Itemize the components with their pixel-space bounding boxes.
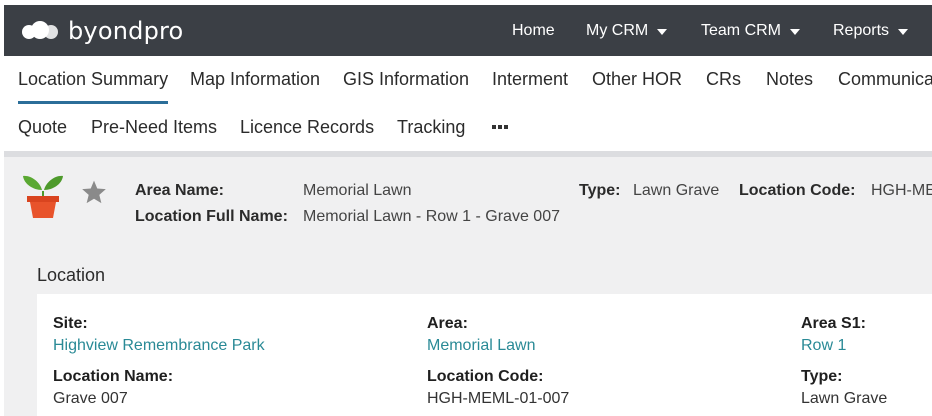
location-details-card: Site: Highview Remembrance Park Area: Me… [37, 294, 932, 416]
nav-team-crm[interactable]: Team CRM [701, 5, 801, 56]
card-type-label: Type: [801, 368, 843, 385]
location-full-name-value: Memorial Lawn - Row 1 - Grave 007 [303, 208, 560, 225]
nav-team-crm-label: Team CRM [701, 21, 782, 39]
tab-interment[interactable]: Interment [492, 56, 568, 104]
nav-home[interactable]: Home [512, 5, 555, 56]
area-s1-label: Area S1: [801, 315, 866, 332]
site-label: Site: [53, 315, 88, 332]
tab-location-summary[interactable]: Location Summary [18, 56, 169, 104]
location-name-value: Grave 007 [53, 390, 128, 407]
area-name-label: Area Name: [135, 182, 224, 199]
card-location-code-label: Location Code: [427, 368, 544, 385]
location-code-value: HGH-ME [871, 182, 932, 199]
logo-circles-icon [22, 20, 60, 42]
main-content: Area Name: Memorial Lawn Type: Lawn Grav… [4, 157, 932, 416]
section-title-location: Location [37, 265, 106, 285]
caret-down-icon [657, 28, 668, 35]
tab-notes[interactable]: Notes [766, 56, 813, 104]
tab-tracking[interactable]: Tracking [397, 104, 465, 152]
tab-map-information[interactable]: Map Information [190, 56, 320, 104]
caret-down-icon [790, 28, 801, 35]
area-label: Area: [427, 315, 468, 332]
nav-my-crm-label: My CRM [586, 21, 649, 39]
site-link[interactable]: Highview Remembrance Park [53, 337, 265, 355]
type-label: Type: [579, 182, 621, 199]
location-name-label: Location Name: [53, 368, 174, 385]
nav-reports-label: Reports [833, 21, 890, 39]
brand-name: byondpro [68, 17, 184, 45]
brand-logo[interactable]: byondpro [22, 17, 183, 45]
more-dots-icon[interactable] [492, 125, 508, 129]
potted-plant-icon [23, 175, 63, 218]
nav-reports[interactable]: Reports [833, 5, 909, 56]
tab-row-secondary: Quote Pre-Need Items Licence Records Tra… [0, 104, 932, 152]
tab-licence-records[interactable]: Licence Records [240, 104, 374, 152]
location-full-name-label: Location Full Name: [135, 208, 288, 225]
type-value: Lawn Grave [633, 182, 720, 199]
tab-crs[interactable]: CRs [706, 56, 741, 104]
nav-my-crm[interactable]: My CRM [586, 5, 668, 56]
tab-row-primary: Location Summary Map Information GIS Inf… [0, 56, 932, 104]
caret-down-icon [898, 28, 909, 35]
area-s1-link[interactable]: Row 1 [801, 337, 846, 355]
tab-quote[interactable]: Quote [18, 104, 67, 152]
tab-communications[interactable]: Communica [838, 56, 932, 104]
card-type-value: Lawn Grave [801, 390, 888, 407]
tab-pre-need-items[interactable]: Pre-Need Items [91, 104, 217, 152]
area-name-value: Memorial Lawn [303, 182, 412, 199]
nav-home-label: Home [512, 21, 555, 39]
tab-gis-information[interactable]: GIS Information [343, 56, 469, 104]
tab-other-hor[interactable]: Other HOR [592, 56, 682, 104]
top-navbar: byondpro Home My CRM Team CRM Reports [4, 5, 932, 56]
star-icon[interactable] [81, 179, 107, 205]
location-code-label: Location Code: [739, 182, 856, 199]
area-link[interactable]: Memorial Lawn [427, 337, 535, 355]
card-location-code-value: HGH-MEML-01-007 [427, 390, 570, 407]
